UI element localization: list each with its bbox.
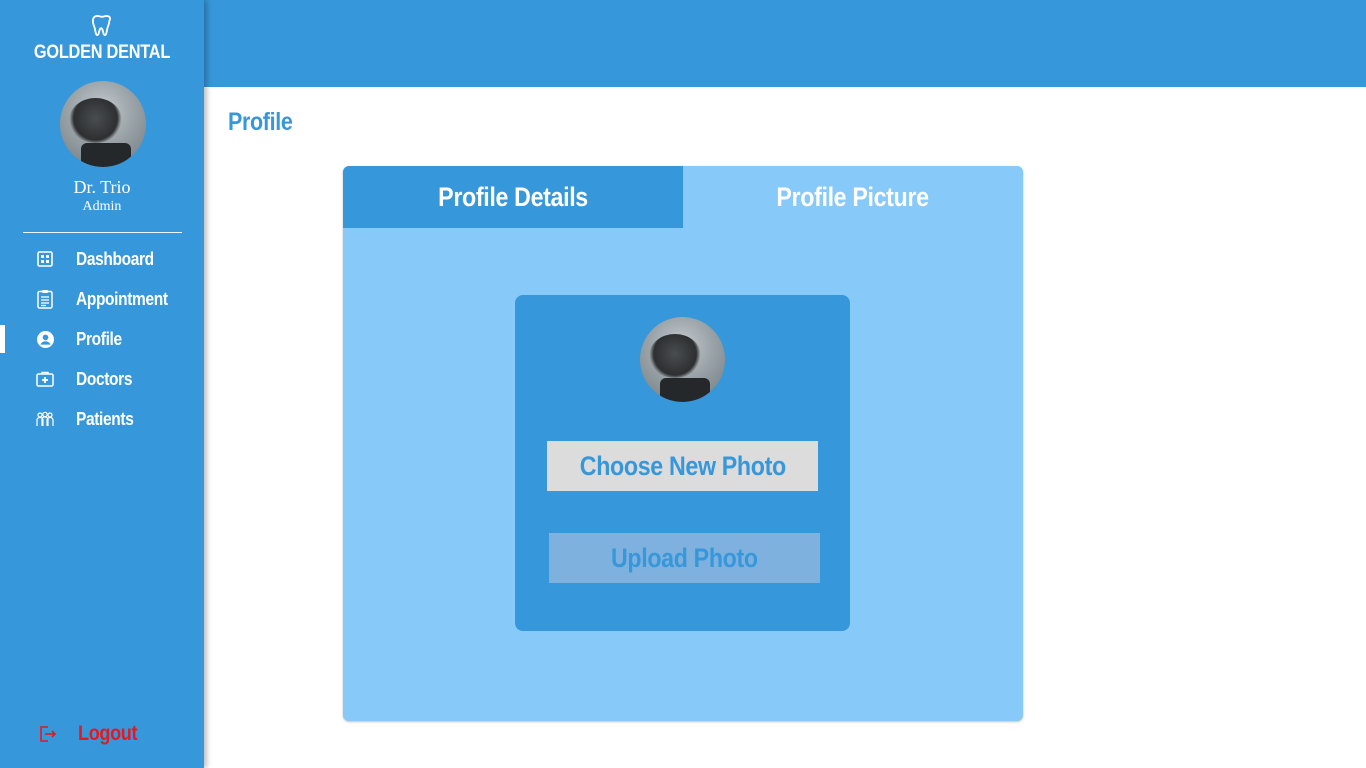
top-bar <box>204 0 1366 87</box>
brand-name: GOLDEN DENTAL <box>33 42 171 63</box>
sidebar-item-label: Appointment <box>76 288 168 309</box>
photo-card: Choose New Photo Upload Photo <box>515 295 850 631</box>
logout-icon <box>38 725 58 743</box>
sidebar-item-dashboard[interactable]: Dashboard <box>0 242 204 276</box>
user-name: Dr. Trio <box>73 177 131 197</box>
upload-photo-label: Upload Photo <box>611 542 758 573</box>
logout-button[interactable]: Logout <box>0 717 204 751</box>
sidebar-item-label: Doctors <box>76 368 133 389</box>
clipboard-icon <box>36 290 54 309</box>
tab-label: Profile Details <box>438 181 588 212</box>
sidebar-item-appointment[interactable]: Appointment <box>0 282 204 316</box>
sidebar-item-patients[interactable]: Patients <box>0 402 204 436</box>
choose-new-photo-button[interactable]: Choose New Photo <box>547 441 818 491</box>
page-title: Profile <box>228 108 293 136</box>
user-role: Admin <box>82 199 122 214</box>
dashboard-grid-icon <box>36 250 54 268</box>
sidebar: GOLDEN DENTAL Dr. Trio Admin Dashboard A… <box>0 0 204 768</box>
medical-kit-icon <box>36 370 54 388</box>
sidebar-item-profile[interactable]: Profile <box>0 322 204 356</box>
user-avatar <box>60 81 146 167</box>
logout-label: Logout <box>78 722 138 745</box>
upload-photo-button[interactable]: Upload Photo <box>549 533 820 583</box>
sidebar-item-label: Profile <box>76 328 122 349</box>
sidebar-item-label: Patients <box>76 408 134 429</box>
patients-group-icon <box>36 410 54 428</box>
user-circle-icon <box>36 330 54 348</box>
sidebar-item-doctors[interactable]: Doctors <box>0 362 204 396</box>
tab-profile-details[interactable]: Profile Details <box>343 166 683 228</box>
tab-profile-picture[interactable]: Profile Picture <box>683 166 1023 228</box>
choose-new-photo-label: Choose New Photo <box>579 450 786 481</box>
profile-picture-preview <box>640 317 725 402</box>
tab-label: Profile Picture <box>776 181 930 212</box>
profile-panel: Profile Details Profile Picture Choose N… <box>343 166 1023 721</box>
tooth-icon <box>91 15 111 37</box>
sidebar-divider <box>23 232 182 233</box>
brand-logo[interactable]: GOLDEN DENTAL <box>0 14 204 64</box>
sidebar-item-label: Dashboard <box>76 248 154 269</box>
